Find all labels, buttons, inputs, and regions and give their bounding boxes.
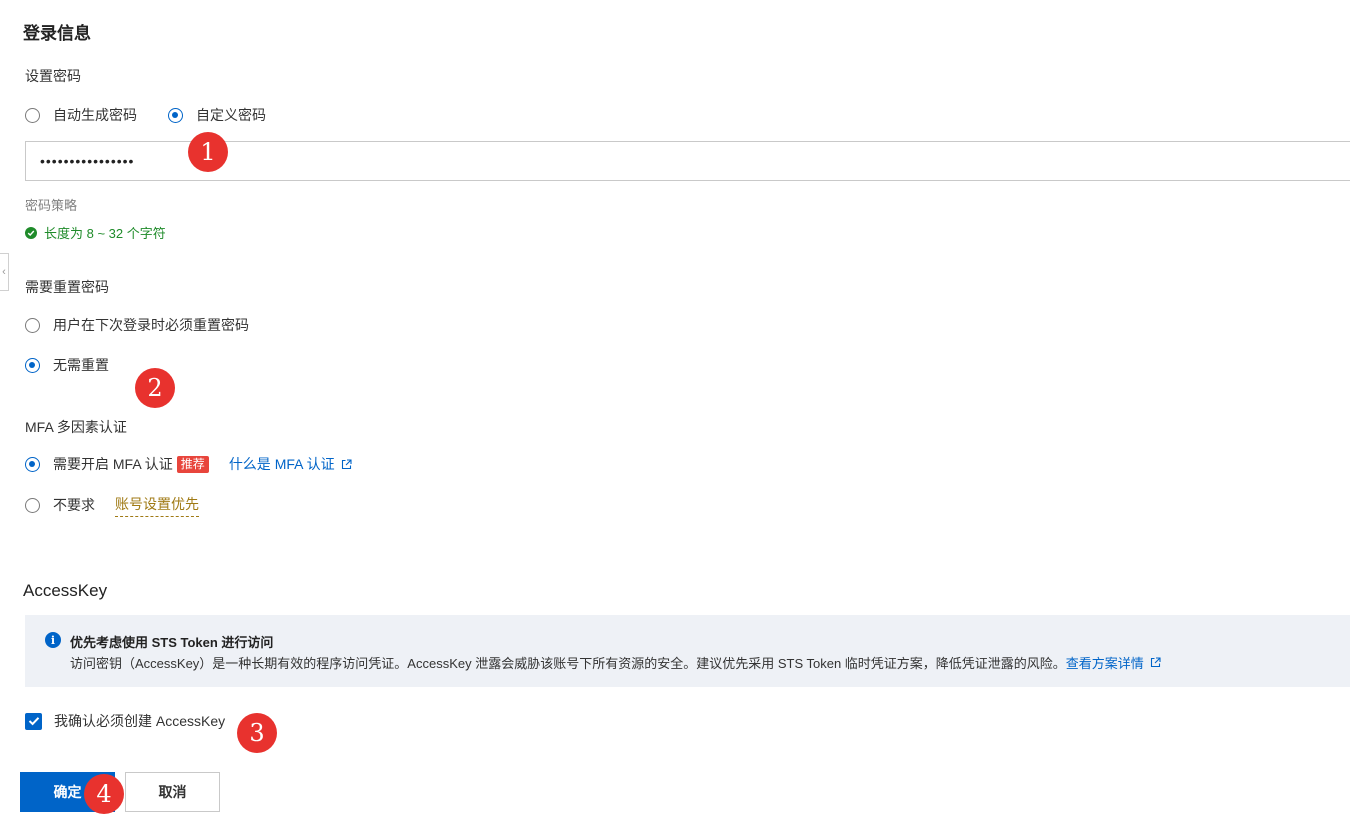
collapse-handle[interactable]: ‹ [0, 253, 9, 291]
radio-must-reset-label: 用户在下次登录时必须重置密码 [53, 317, 249, 333]
step-marker-4: 4 [84, 774, 124, 814]
radio-require-mfa-label: 需要开启 MFA 认证 [53, 456, 173, 472]
radio-must-reset-indicator[interactable] [25, 317, 40, 333]
radio-no-reset-indicator[interactable] [25, 357, 40, 373]
recommended-badge: 推荐 [176, 455, 209, 473]
what-is-mfa-link[interactable]: 什么是 MFA 认证 [229, 454, 352, 474]
view-details-link[interactable]: 查看方案详情 [1066, 653, 1161, 672]
set-password-label: 设置密码 [25, 68, 81, 84]
check-circle-icon [25, 226, 37, 239]
external-link-icon [341, 458, 352, 469]
account-settings-priority-link[interactable]: 账号设置优先 [115, 494, 199, 517]
chevron-left-icon: ‹ [2, 266, 6, 278]
step-marker-2: 2 [135, 368, 175, 408]
reset-password-label: 需要重置密码 [25, 279, 109, 295]
notice-title: 优先考虑使用 STS Token 进行访问 [70, 635, 274, 650]
policy-rule: 长度为 8 ~ 32 个字符 [25, 223, 166, 242]
radio-auto-generate[interactable]: 自动生成密码 [25, 105, 137, 125]
confirm-accesskey-row[interactable]: 我确认必须创建 AccessKey [25, 711, 225, 731]
policy-label: 密码策略 [25, 198, 78, 213]
checkmark-icon [28, 717, 39, 726]
radio-require-mfa[interactable]: 需要开启 MFA 认证 推荐 什么是 MFA 认证 [25, 454, 352, 474]
confirm-accesskey-label: 我确认必须创建 AccessKey [54, 713, 226, 729]
external-link-icon [1150, 657, 1161, 668]
radio-auto-generate-indicator[interactable] [25, 107, 40, 123]
notice-body-text: 访问密钥（AccessKey）是一种长期有效的程序访问凭证。AccessKey … [70, 656, 1066, 671]
radio-no-reset[interactable]: 无需重置 [25, 355, 109, 375]
radio-not-required-indicator[interactable] [25, 497, 40, 513]
radio-custom-password-label: 自定义密码 [196, 107, 266, 123]
notice-body: 访问密钥（AccessKey）是一种长期有效的程序访问凭证。AccessKey … [70, 653, 1161, 672]
password-value: •••••••••••••••• [40, 153, 135, 169]
login-section-title: 登录信息 [23, 24, 91, 43]
step-marker-1: 1 [188, 132, 228, 172]
radio-not-required[interactable]: 不要求 账号设置优先 [25, 494, 199, 517]
policy-rule-text: 长度为 8 ~ 32 个字符 [44, 226, 166, 241]
radio-auto-generate-label: 自动生成密码 [53, 107, 137, 123]
radio-custom-password-indicator[interactable] [168, 107, 183, 123]
sts-notice: i 优先考虑使用 STS Token 进行访问 访问密钥（AccessKey）是… [25, 615, 1350, 687]
info-icon: i [45, 632, 61, 648]
confirm-accesskey-checkbox[interactable] [25, 712, 42, 730]
radio-must-reset[interactable]: 用户在下次登录时必须重置密码 [25, 315, 249, 335]
radio-not-required-label: 不要求 [53, 497, 95, 513]
radio-no-reset-label: 无需重置 [53, 357, 109, 373]
radio-custom-password[interactable]: 自定义密码 [168, 105, 266, 125]
accesskey-section-title: AccessKey [23, 581, 108, 600]
cancel-button[interactable]: 取消 [125, 772, 220, 812]
step-marker-3: 3 [237, 713, 277, 753]
mfa-label: MFA 多因素认证 [25, 419, 127, 435]
what-is-mfa-link-text: 什么是 MFA 认证 [228, 456, 335, 472]
radio-require-mfa-indicator[interactable] [25, 456, 40, 472]
view-details-link-text: 查看方案详情 [1065, 656, 1144, 671]
